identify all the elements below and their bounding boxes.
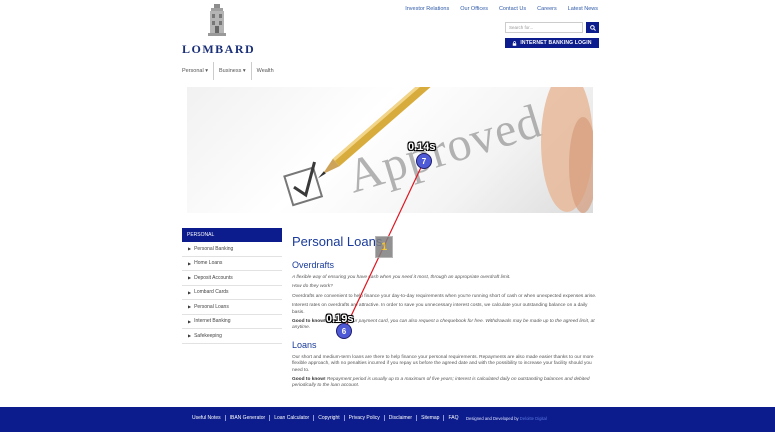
footer-credit-developer[interactable]: Deloitte Digital — [520, 416, 547, 421]
brand-name: LOMBARD — [182, 42, 256, 56]
page-title: Personal Loans — [292, 234, 383, 249]
footer-links: Useful Notes IBAN Generator Loan Calcula… — [188, 415, 462, 421]
footer-link-loan-calculator[interactable]: Loan Calculator — [270, 415, 315, 421]
click-marker-top: 7 — [416, 153, 432, 169]
footer-link-iban-generator[interactable]: IBAN Generator — [226, 415, 271, 421]
sidebar-item-personal-banking[interactable]: ▶ Personal Banking — [182, 242, 282, 257]
sidebar-item-deposit-accounts[interactable]: ▶ Deposit Accounts — [182, 271, 282, 286]
caret-right-icon: ▶ — [188, 333, 192, 339]
nav-wealth[interactable]: Wealth — [252, 62, 279, 80]
top-link-contact-us[interactable]: Contact Us — [499, 6, 526, 12]
internet-banking-login-label: INTERNET BANKING LOGIN — [520, 40, 592, 46]
main-nav: Personal ▾ Business ▾ Wealth — [182, 62, 279, 80]
click-marker-bottom: 6 — [336, 323, 352, 339]
annotation-badge: 1 — [375, 236, 393, 258]
footer-link-useful-notes[interactable]: Useful Notes — [188, 415, 226, 421]
caret-right-icon: ▶ — [188, 289, 192, 295]
time-label-top: 0.14s — [408, 141, 436, 153]
sidebar-item-label: Personal Banking — [194, 245, 234, 252]
search-input[interactable]: Search for... — [505, 22, 583, 33]
footer-link-privacy-policy[interactable]: Privacy Policy — [345, 415, 385, 421]
overdrafts-heading: Overdrafts — [292, 260, 335, 270]
main-content: Personal Loans Overdrafts A flexible way… — [292, 234, 598, 390]
loans-paragraph-1: Our short and medium-term loans are ther… — [292, 354, 594, 373]
footer-link-sitemap[interactable]: Sitemap — [417, 415, 445, 421]
loans-good-to-know: Good to know! Repayment period is usuall… — [292, 377, 598, 390]
sidebar-item-label: Safekeeping — [194, 332, 222, 339]
footer: Useful Notes IBAN Generator Loan Calcula… — [0, 407, 775, 432]
caret-right-icon: ▶ — [188, 246, 192, 252]
footer-link-disclaimer[interactable]: Disclaimer — [385, 415, 418, 421]
building-logo-icon — [208, 4, 226, 36]
caret-right-icon: ▶ — [188, 318, 192, 324]
sidebar-item-label: Internet Banking — [194, 318, 231, 325]
hero-banner: Approved — [187, 87, 593, 213]
top-link-our-offices[interactable]: Our Offices — [460, 6, 488, 12]
caret-right-icon: ▶ — [188, 275, 192, 281]
hero-stamp-text: Approved — [341, 94, 548, 203]
approved-stamp-image: Approved — [283, 87, 593, 213]
overdrafts-intro: A flexible way of ensuring you have cash… — [292, 275, 511, 280]
footer-link-faq[interactable]: FAQ — [444, 415, 462, 421]
sidebar-item-label: Home Loans — [194, 260, 223, 267]
sidebar-item-home-loans[interactable]: ▶ Home Loans — [182, 257, 282, 271]
search-button[interactable] — [586, 22, 599, 33]
caret-right-icon: ▶ — [188, 304, 192, 310]
top-link-investor-relations[interactable]: Investor Relations — [405, 6, 449, 12]
sidebar-item-label: Lombard Cards — [194, 289, 229, 296]
sidebar-item-label: Personal Loans — [194, 303, 229, 310]
search-icon — [589, 24, 596, 31]
lock-icon — [513, 40, 517, 46]
top-link-careers[interactable]: Careers — [537, 6, 557, 12]
sidebar-item-safekeeping[interactable]: ▶ Safekeeping — [182, 329, 282, 344]
loans-heading: Loans — [292, 339, 317, 350]
footer-credit: Designed and Developed by Deloitte Digit… — [466, 416, 547, 421]
overdrafts-how: How do they work? — [292, 284, 333, 290]
caret-right-icon: ▶ — [188, 260, 192, 266]
sidebar: PERSONAL ▶ Personal Banking ▶ Home Loans ▶… — [182, 228, 282, 344]
good-to-know-text: Repayment period is usually up to a maxi… — [292, 377, 590, 389]
sidebar-item-personal-loans[interactable]: ▶ Personal Loans — [182, 300, 282, 315]
sidebar-header[interactable]: PERSONAL — [182, 228, 282, 242]
bank-logo[interactable]: LOMBARD — [182, 4, 262, 56]
nav-business[interactable]: Business ▾ — [214, 62, 252, 80]
top-links: Investor Relations Our Offices Contact U… — [405, 6, 598, 12]
sidebar-item-label: Deposit Accounts — [194, 274, 233, 281]
overdrafts-paragraph-1: Overdrafts are convenient to help financ… — [292, 293, 597, 299]
footer-link-copyright[interactable]: Copyright — [314, 415, 345, 421]
internet-banking-login-button[interactable]: INTERNET BANKING LOGIN — [505, 38, 599, 48]
good-to-know-label: Good to know! — [292, 319, 326, 325]
footer-credit-prefix: Designed and Developed by — [466, 416, 519, 421]
good-to-know-label: Good to know! — [292, 377, 326, 383]
nav-personal[interactable]: Personal ▾ — [182, 62, 214, 80]
sidebar-item-internet-banking[interactable]: ▶ Internet Banking — [182, 315, 282, 329]
sidebar-item-lombard-cards[interactable]: ▶ Lombard Cards — [182, 286, 282, 300]
top-link-latest-news[interactable]: Latest News — [568, 6, 598, 12]
